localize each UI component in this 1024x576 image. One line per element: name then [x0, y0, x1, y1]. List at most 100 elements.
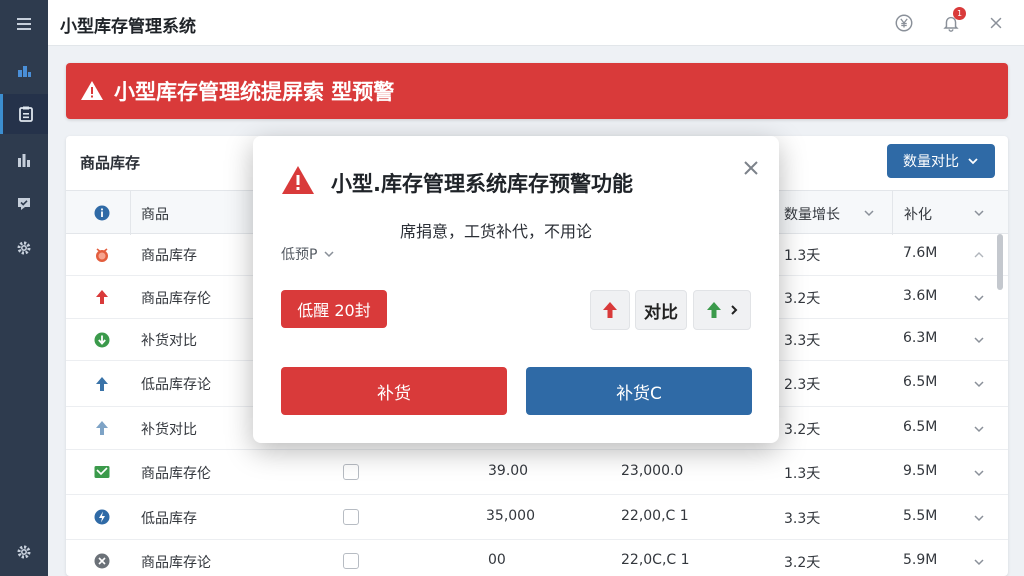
clipboard-icon — [18, 106, 33, 122]
chevron-up-icon[interactable] — [972, 248, 986, 262]
yen-circle-icon — [895, 14, 913, 32]
product-name: 低品库存论 — [141, 377, 211, 393]
bolt-icon — [94, 509, 110, 525]
row-checkbox[interactable] — [343, 509, 359, 525]
chevron-down-icon[interactable] — [972, 511, 986, 525]
chevron-down-icon[interactable] — [973, 207, 985, 219]
chart-icon — [94, 466, 110, 478]
amount-value: 9.5M — [903, 463, 938, 479]
close-icon[interactable] — [741, 158, 761, 178]
amount-value: 5.9M — [903, 552, 938, 568]
table-row[interactable]: 商品库存论 00 22,0C,C 1 3.2夭 5.9M — [66, 540, 1008, 576]
price-value: 22,00,C 1 — [621, 508, 689, 524]
quantity-value: 00 — [488, 552, 506, 568]
column-divider — [130, 191, 131, 235]
growth-value: 3.3夭 — [784, 511, 821, 527]
amount-value: 6.5M — [903, 419, 938, 435]
growth-value: 1.3夭 — [784, 466, 821, 482]
price-value: 22,0C,C 1 — [621, 552, 690, 568]
bar-chart-icon — [18, 154, 30, 167]
growth-value: 1.3夭 — [784, 248, 821, 264]
amount-value: 5.5M — [903, 508, 938, 524]
row-checkbox[interactable] — [343, 464, 359, 480]
dashboard-icon — [18, 66, 31, 77]
sidebar-item-tasks[interactable] — [0, 184, 48, 224]
amount-value: 6.5M — [903, 374, 938, 390]
chevron-down-icon[interactable] — [972, 333, 986, 347]
top-bar: 小型库存管理系统 1 — [48, 0, 1024, 46]
sidebar-item-preferences[interactable] — [0, 532, 48, 572]
arrow-up-icon — [603, 302, 617, 318]
sidebar-item-reports[interactable] — [0, 140, 48, 180]
trend-next-button[interactable] — [693, 290, 751, 330]
product-name: 低品库存 — [141, 511, 197, 527]
amount-value: 6.3M — [903, 330, 938, 346]
compare-button[interactable]: 对比 — [635, 290, 687, 330]
sidebar-item-inventory[interactable] — [0, 94, 48, 134]
scrollbar-thumb[interactable] — [997, 234, 1003, 290]
warning-icon — [282, 166, 314, 194]
growth-value: 3.3夭 — [784, 333, 821, 349]
restock-button[interactable]: 补货 — [281, 367, 507, 415]
low-stock-badge: 低醒 20封 — [281, 290, 387, 328]
arrow-down-circle-icon — [94, 332, 110, 348]
product-name: 商品库存论 — [141, 555, 211, 571]
alert-banner-text: 小型库存管理统提屏索 型预警 — [114, 80, 395, 104]
product-name: 商品库存伦 — [141, 291, 211, 307]
growth-value: 3.2夭 — [784, 291, 821, 307]
table-row[interactable]: 商品库存伦 39.00 23,000.0 1.3夭 9.5M — [66, 450, 1008, 495]
row-checkbox[interactable] — [343, 553, 359, 569]
check-message-icon — [18, 198, 30, 210]
arrow-up-icon — [96, 421, 108, 435]
chevron-down-icon — [324, 251, 334, 258]
notifications-button[interactable]: 1 — [940, 7, 966, 34]
table-row[interactable]: 低品库存 35,000 22,00,C 1 3.3夭 5.5M — [66, 495, 1008, 540]
chevron-down-icon[interactable] — [972, 291, 986, 305]
column-header-product[interactable]: 商品 — [141, 204, 169, 224]
menu-icon — [17, 18, 31, 30]
dialog-description: 席捐意，工货补代，不用论 — [400, 222, 593, 241]
gear-icon — [17, 241, 31, 255]
chevron-down-icon[interactable] — [972, 555, 986, 569]
info-circle-icon — [94, 205, 110, 221]
product-name: 补货对比 — [141, 333, 197, 349]
warning-icon — [81, 81, 103, 100]
product-name: 补货对比 — [141, 422, 197, 438]
quantity-value: 39.00 — [488, 463, 529, 479]
growth-value: 2.3夭 — [784, 377, 821, 393]
amount-value: 7.6M — [903, 245, 938, 261]
amount-value: 3.6M — [903, 288, 938, 304]
chevron-right-icon — [731, 305, 738, 315]
growth-value: 3.2夭 — [784, 555, 821, 571]
column-header-growth[interactable]: 数量增长 — [784, 204, 840, 224]
sidebar-item-dashboard[interactable] — [0, 50, 48, 90]
quantity-value: 35,000 — [486, 508, 535, 524]
close-circle-icon — [94, 553, 110, 569]
arrow-up-icon — [707, 302, 721, 318]
column-header-replenish[interactable]: 补化 — [904, 204, 932, 224]
chevron-down-icon[interactable] — [972, 377, 986, 391]
product-name: 商品库存伦 — [141, 466, 211, 482]
growth-value: 3.2夭 — [784, 422, 821, 438]
chevron-down-icon[interactable] — [972, 422, 986, 436]
chevron-down-icon — [968, 158, 978, 165]
currency-button[interactable] — [893, 12, 915, 34]
chevron-down-icon[interactable] — [863, 207, 875, 219]
sidebar-menu-toggle[interactable] — [0, 4, 48, 44]
threshold-dropdown-label: 低预P — [281, 247, 318, 263]
sidebar — [0, 0, 48, 576]
quantity-compare-button[interactable]: 数量对比 — [887, 144, 995, 178]
restock-c-button[interactable]: 补货C — [526, 367, 752, 415]
alert-banner: 小型库存管理统提屏索 型预警 — [66, 63, 1008, 119]
sidebar-item-settings[interactable] — [0, 228, 48, 268]
stock-alert-dialog: 小型.库存管理系统库存预警功能 席捐意，工货补代，不用论 低预P 低醒 20封 … — [253, 136, 779, 443]
app-title: 小型库存管理系统 — [60, 17, 196, 37]
product-name: 商品库存 — [141, 248, 197, 264]
chevron-down-icon[interactable] — [972, 466, 986, 480]
close-window-button[interactable] — [985, 12, 1007, 34]
notification-badge: 1 — [953, 7, 966, 20]
arrow-up-icon — [96, 290, 108, 304]
increase-button[interactable] — [590, 290, 630, 330]
threshold-dropdown[interactable]: 低预P — [281, 244, 335, 264]
arrow-up-icon — [96, 377, 108, 391]
